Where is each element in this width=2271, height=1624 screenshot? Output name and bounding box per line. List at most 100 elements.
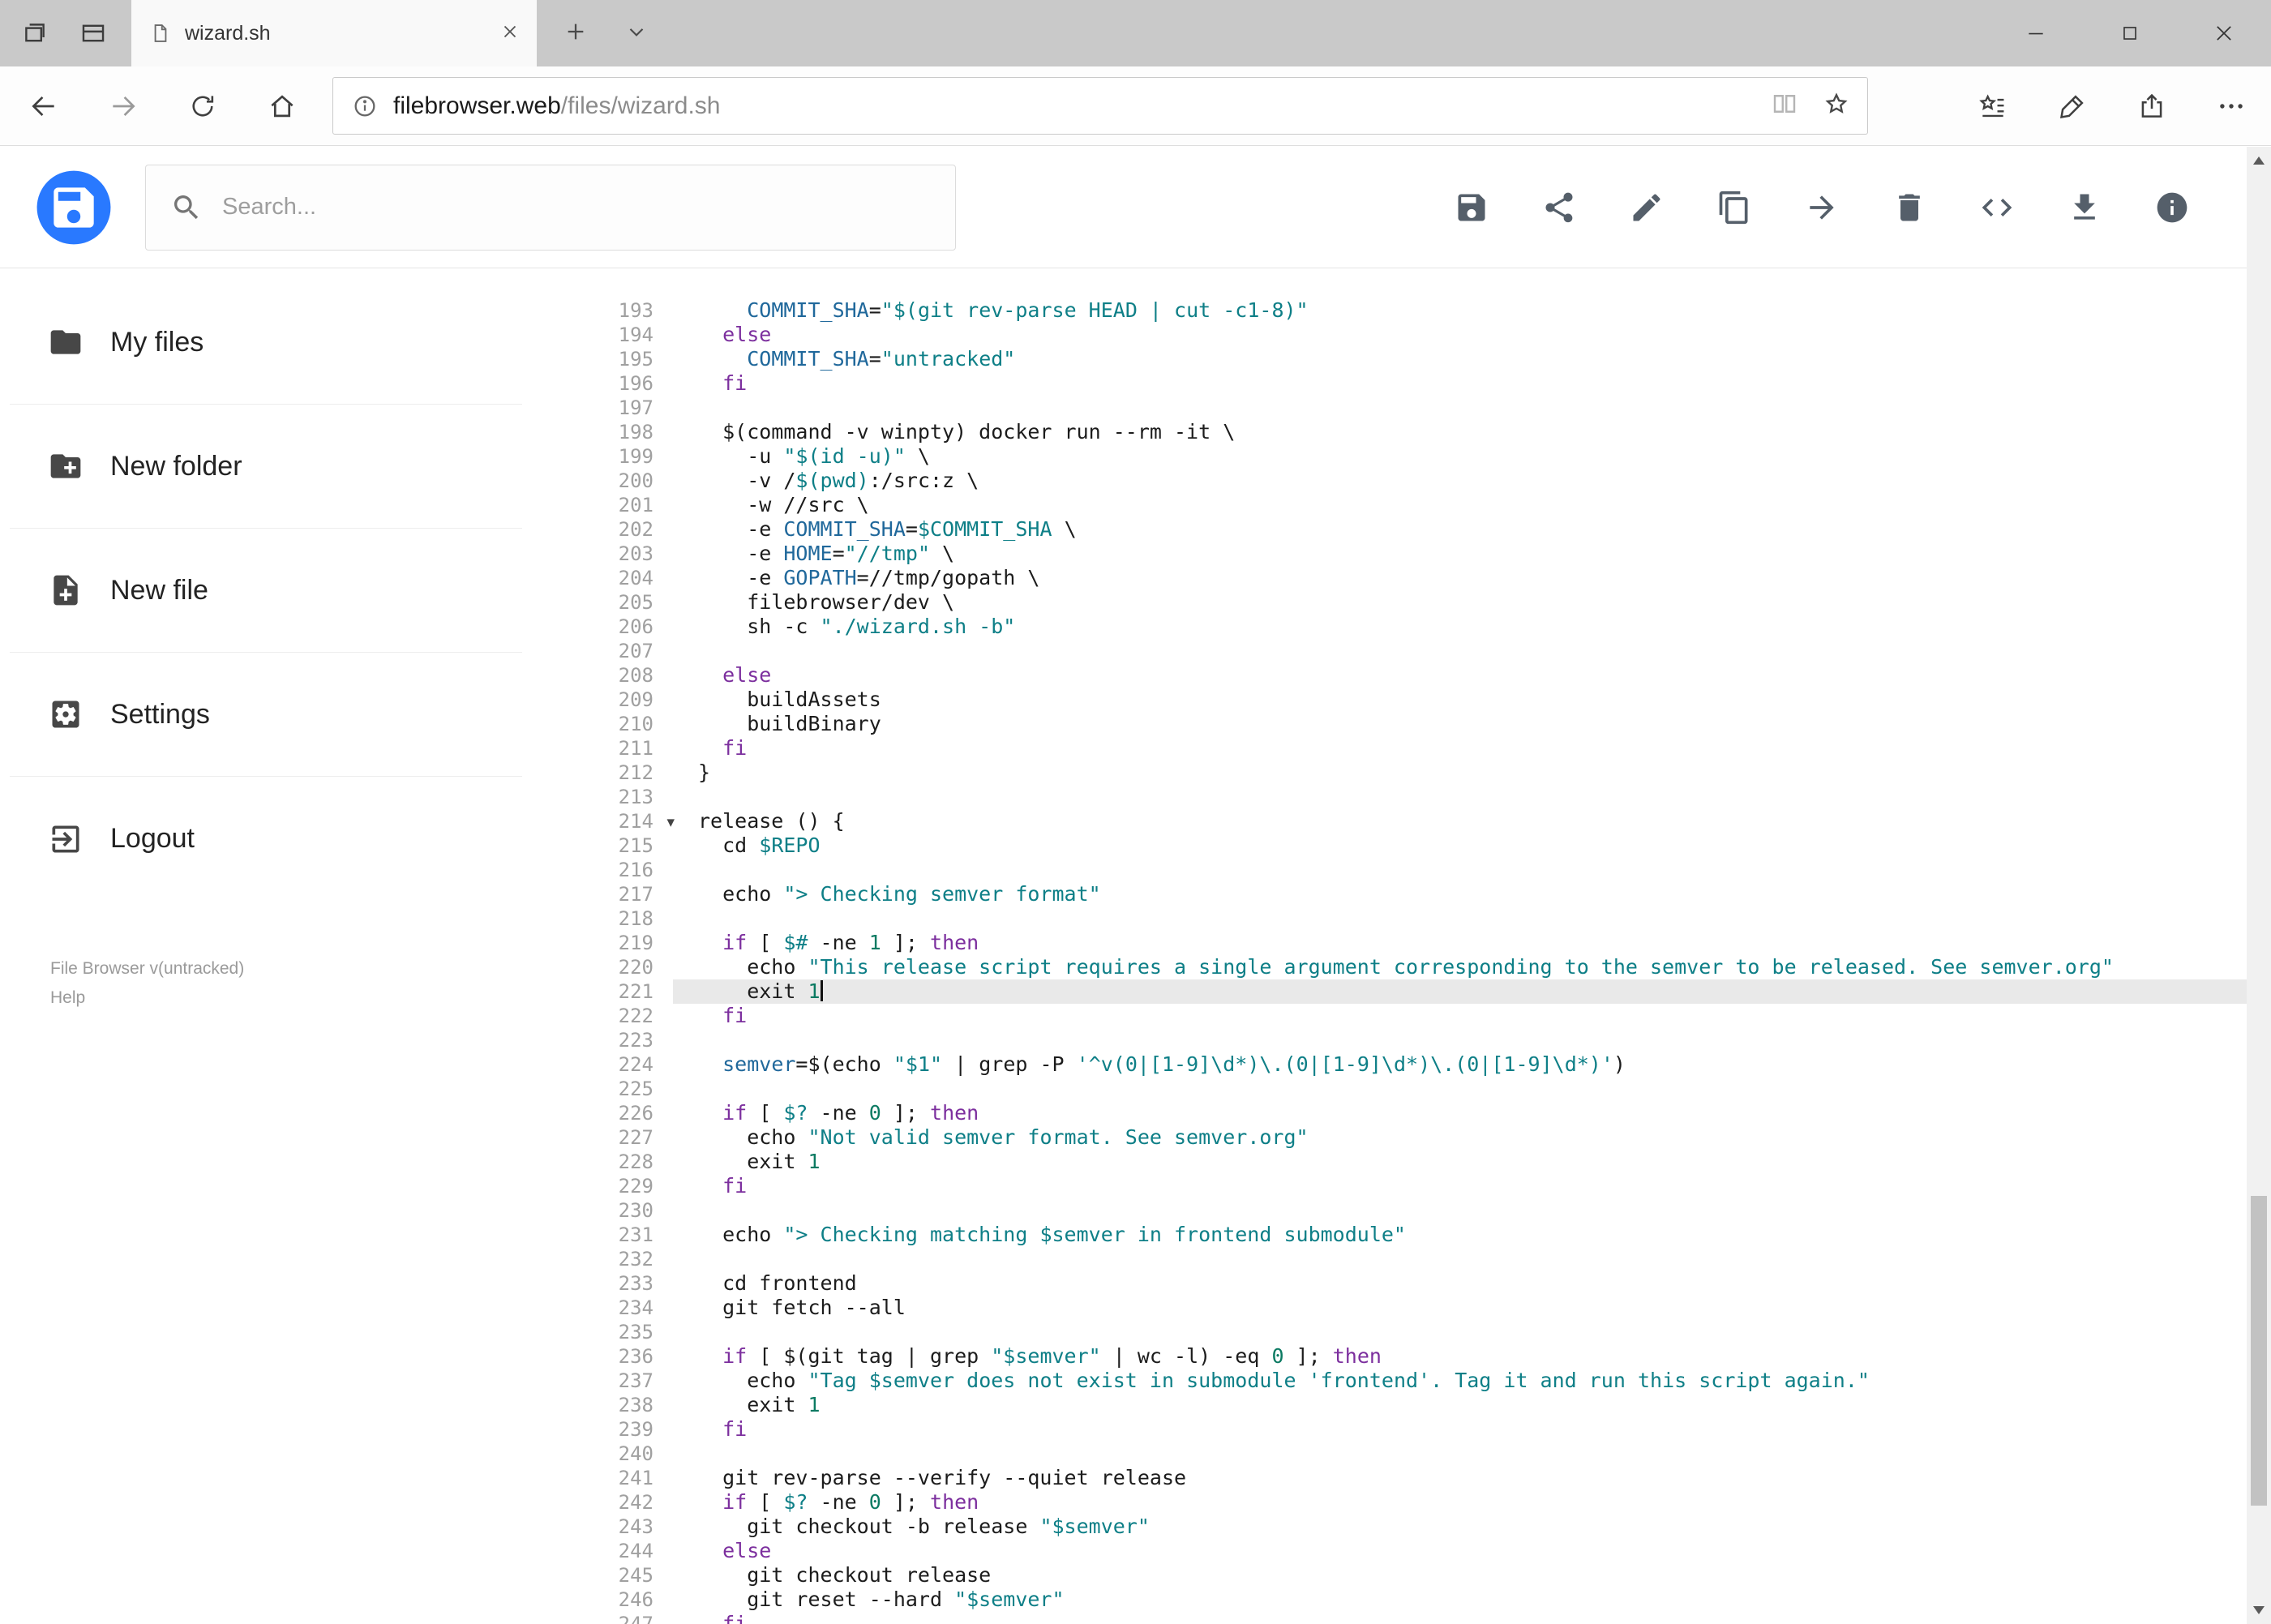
scrollbar-thumb[interactable]	[2251, 1195, 2267, 1506]
code-line-201[interactable]: 201 -w //src \	[535, 493, 2271, 517]
code-line-230[interactable]: 230	[535, 1198, 2271, 1223]
reading-view-button[interactable]	[1770, 89, 1799, 122]
search-input[interactable]	[222, 194, 936, 221]
code-line-231[interactable]: 231 echo "> Checking matching $semver in…	[535, 1223, 2271, 1247]
line-number: 206	[618, 615, 653, 638]
scroll-down-arrow-icon[interactable]	[2253, 1606, 2265, 1614]
code-line-226[interactable]: 226 if [ $? -ne 0 ]; then	[535, 1101, 2271, 1125]
web-note-button[interactable]	[2049, 77, 2096, 135]
search-box[interactable]	[145, 164, 956, 251]
code-line-218[interactable]: 218	[535, 906, 2271, 931]
scroll-up-arrow-icon[interactable]	[2253, 156, 2265, 165]
code-line-223[interactable]: 223	[535, 1028, 2271, 1052]
browser-tab[interactable]: wizard.sh	[131, 0, 537, 66]
code-line-211[interactable]: 211 fi	[535, 736, 2271, 761]
set-tabs-aside-button[interactable]	[21, 19, 49, 47]
code-line-232[interactable]: 232	[535, 1247, 2271, 1271]
tab-close-button[interactable]	[499, 21, 521, 46]
hub-favorites-button[interactable]	[1969, 77, 2016, 135]
code-line-236[interactable]: 236 if [ $(git tag | grep "$semver" | wc…	[535, 1344, 2271, 1369]
code-line-224[interactable]: 224 semver=$(echo "$1" | grep -P '^v(0|[…	[535, 1052, 2271, 1077]
code-line-246[interactable]: 246 git reset --hard "$semver"	[535, 1588, 2271, 1612]
code-line-208[interactable]: 208 else	[535, 663, 2271, 688]
code-line-242[interactable]: 242 if [ $? -ne 0 ]; then	[535, 1490, 2271, 1515]
code-line-244[interactable]: 244 else	[535, 1539, 2271, 1563]
code-line-207[interactable]: 207	[535, 639, 2271, 663]
refresh-button[interactable]	[174, 77, 232, 135]
code-line-238[interactable]: 238 exit 1	[535, 1393, 2271, 1417]
code-line-228[interactable]: 228 exit 1	[535, 1150, 2271, 1174]
code-line-225[interactable]: 225	[535, 1077, 2271, 1101]
code-line-203[interactable]: 203 -e HOME="//tmp" \	[535, 542, 2271, 566]
site-info-icon[interactable]	[351, 92, 379, 120]
code-line-215[interactable]: 215 cd $REPO	[535, 833, 2271, 858]
copy-button[interactable]	[1716, 190, 1752, 225]
code-line-210[interactable]: 210 buildBinary	[535, 712, 2271, 736]
code-line-196[interactable]: 196 fi	[535, 371, 2271, 396]
favorite-star-button[interactable]	[1822, 89, 1851, 122]
code-button[interactable]	[1979, 190, 2015, 225]
code-line-217[interactable]: 217 echo "> Checking semver format"	[535, 882, 2271, 906]
code-line-200[interactable]: 200 -v /$(pwd):/src:z \	[535, 469, 2271, 493]
code-line-213[interactable]: 213	[535, 785, 2271, 809]
code-line-245[interactable]: 245 git checkout release	[535, 1563, 2271, 1588]
code-line-221[interactable]: 221 exit 1	[535, 979, 2271, 1004]
code-line-222[interactable]: 222 fi	[535, 1004, 2271, 1028]
code-line-241[interactable]: 241 git rev-parse --verify --quiet relea…	[535, 1466, 2271, 1490]
code-line-229[interactable]: 229 fi	[535, 1174, 2271, 1198]
code-line-199[interactable]: 199 -u "$(id -u)" \	[535, 444, 2271, 469]
code-editor[interactable]: 193 COMMIT_SHA="$(git rev-parse HEAD | c…	[535, 269, 2271, 1624]
sidebar-item-settings[interactable]: Settings	[10, 653, 522, 777]
code-line-193[interactable]: 193 COMMIT_SHA="$(git rev-parse HEAD | c…	[535, 298, 2271, 323]
forward-button[interactable]	[94, 77, 152, 135]
code-line-237[interactable]: 237 echo "Tag $semver does not exist in …	[535, 1369, 2271, 1393]
code-line-204[interactable]: 204 -e GOPATH=//tmp/gopath \	[535, 566, 2271, 590]
save-button[interactable]	[1454, 190, 1489, 225]
sidebar-item-logout[interactable]: Logout	[10, 777, 522, 901]
download-button[interactable]	[2067, 190, 2102, 225]
code-line-243[interactable]: 243 git checkout -b release "$semver"	[535, 1515, 2271, 1539]
code-line-234[interactable]: 234 git fetch --all	[535, 1296, 2271, 1320]
code-line-202[interactable]: 202 -e COMMIT_SHA=$COMMIT_SHA \	[535, 517, 2271, 542]
code-line-216[interactable]: 216	[535, 858, 2271, 882]
code-line-206[interactable]: 206 sh -c "./wizard.sh -b"	[535, 615, 2271, 639]
tab-list-chevron-button[interactable]	[624, 19, 649, 48]
code-line-235[interactable]: 235	[535, 1320, 2271, 1344]
maximize-button[interactable]	[2083, 0, 2177, 66]
code-line-227[interactable]: 227 echo "Not valid semver format. See s…	[535, 1125, 2271, 1150]
share-page-button[interactable]	[2128, 77, 2175, 135]
minimize-button[interactable]	[1989, 0, 2083, 66]
code-line-214[interactable]: 214 ▾ release () {	[535, 809, 2271, 833]
code-line-194[interactable]: 194 else	[535, 323, 2271, 347]
code-line-195[interactable]: 195 COMMIT_SHA="untracked"	[535, 347, 2271, 371]
code-line-247[interactable]: 247 fi	[535, 1612, 2271, 1624]
home-button[interactable]	[253, 77, 311, 135]
tab-preview-button[interactable]	[79, 19, 107, 47]
edit-button[interactable]	[1629, 190, 1665, 225]
info-button[interactable]	[2154, 190, 2190, 225]
sidebar-item-new-file[interactable]: New file	[10, 529, 522, 653]
new-tab-button[interactable]	[563, 19, 589, 49]
code-line-212[interactable]: 212}	[535, 761, 2271, 785]
code-line-240[interactable]: 240	[535, 1442, 2271, 1466]
code-line-198[interactable]: 198 $(command -v winpty) docker run --rm…	[535, 420, 2271, 444]
fold-arrow-icon[interactable]: ▾	[666, 810, 675, 834]
code-line-239[interactable]: 239 fi	[535, 1417, 2271, 1442]
back-button[interactable]	[15, 77, 73, 135]
sidebar-item-new-folder[interactable]: New folder	[10, 405, 522, 529]
code-line-220[interactable]: 220 echo "This release script requires a…	[535, 955, 2271, 979]
delete-button[interactable]	[1892, 190, 1927, 225]
code-line-197[interactable]: 197	[535, 396, 2271, 420]
sidebar-item-my-files[interactable]: My files	[10, 281, 522, 405]
code-line-233[interactable]: 233 cd frontend	[535, 1271, 2271, 1296]
menu-ellipsis-button[interactable]	[2208, 77, 2255, 135]
address-input[interactable]: filebrowser.web/files/wizard.sh	[332, 77, 1868, 135]
move-button[interactable]	[1804, 190, 1840, 225]
help-link[interactable]: Help	[50, 988, 85, 1007]
code-line-209[interactable]: 209 buildAssets	[535, 688, 2271, 712]
code-line-219[interactable]: 219 if [ $# -ne 1 ]; then	[535, 931, 2271, 955]
code-line-205[interactable]: 205 filebrowser/dev \	[535, 590, 2271, 615]
close-window-button[interactable]	[2177, 0, 2271, 66]
page-scrollbar[interactable]	[2247, 147, 2271, 1624]
share-button[interactable]	[1541, 190, 1577, 225]
